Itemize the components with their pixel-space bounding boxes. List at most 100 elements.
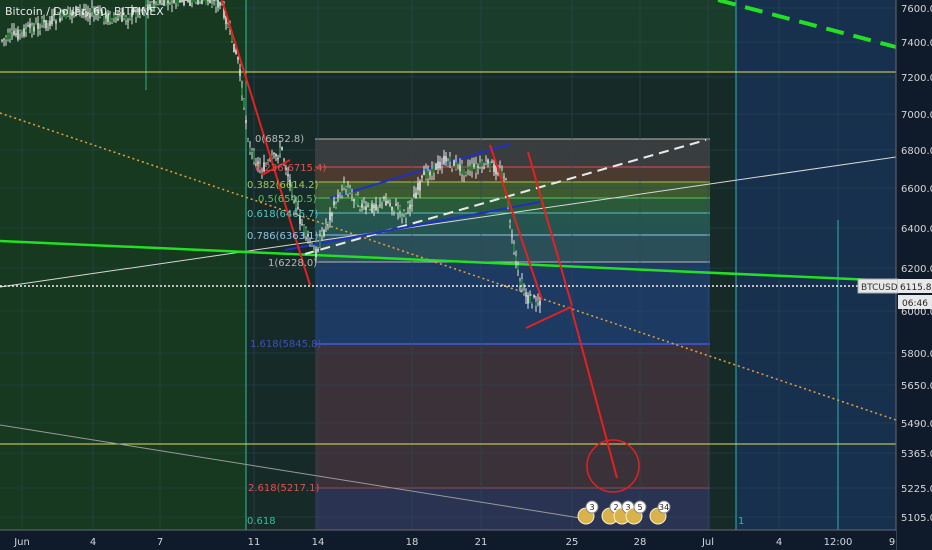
candle-body <box>251 150 253 152</box>
candle-body <box>41 18 43 25</box>
fib-retracement[interactable] <box>315 138 710 530</box>
candle-body <box>401 216 403 218</box>
candle-body <box>243 99 245 108</box>
candle-body <box>39 29 41 31</box>
candle-body <box>37 23 39 29</box>
candle-body <box>23 28 25 36</box>
candle-body <box>453 160 455 166</box>
fib-band-0-0236 <box>315 139 710 167</box>
candle-body <box>351 192 353 194</box>
candle-body <box>287 174 289 177</box>
candle-body <box>21 30 23 32</box>
candle-body <box>395 203 397 206</box>
candle-body <box>209 0 211 4</box>
fib-band-bottom <box>315 488 710 530</box>
price-chart[interactable]: 0(6852.8) 0.236(6715.4) 0.382(6614.2) 0.… <box>0 0 932 550</box>
candle-body <box>193 0 195 3</box>
candle-body <box>309 243 311 245</box>
candle-body <box>439 161 441 169</box>
candle-body <box>11 30 13 33</box>
fib-label: 0.618(6466.7) <box>247 209 319 220</box>
candle-body <box>379 204 381 206</box>
candle-body <box>211 4 213 7</box>
candle-body <box>433 162 435 173</box>
y-tick-label: 6600.0 <box>901 184 932 195</box>
candle-body <box>313 249 315 252</box>
y-tick-label: 6400.0 <box>901 224 932 235</box>
candle-body <box>445 156 447 162</box>
candle-body <box>201 0 203 5</box>
countdown-label: 06:46 <box>902 299 928 309</box>
candle-body <box>275 153 277 157</box>
candle-body <box>525 294 527 297</box>
candle-body <box>373 205 375 209</box>
candle-body <box>423 171 425 176</box>
candle-body <box>537 300 539 302</box>
fib-label: 0.786(6363.1) <box>247 231 319 242</box>
candle-body <box>381 198 383 202</box>
y-tick-label: 5365.0 <box>901 449 932 460</box>
candle-body <box>531 302 533 304</box>
candle-body <box>477 166 479 168</box>
last-price-label: 6115.8 <box>900 283 932 293</box>
candle-body <box>371 203 373 213</box>
y-tick-label: 5490.0 <box>901 419 932 430</box>
candle-body <box>487 159 489 164</box>
candle-body <box>7 32 9 40</box>
candle-body <box>311 243 313 246</box>
candle-body <box>15 33 17 36</box>
candle-body <box>469 165 471 171</box>
candle-body <box>529 296 531 303</box>
candle-body <box>455 162 457 170</box>
candle-body <box>463 169 465 176</box>
candle-body <box>365 206 367 211</box>
candle-body <box>281 146 283 150</box>
candle-body <box>419 181 421 191</box>
candle-body <box>415 192 417 199</box>
candle-body <box>253 150 255 163</box>
candle-body <box>435 163 437 170</box>
candle-body <box>249 147 251 153</box>
candle-body <box>355 194 357 205</box>
candle-body <box>465 172 467 175</box>
candle-body <box>527 295 529 304</box>
candle-body <box>509 223 511 225</box>
candle-body <box>233 43 235 53</box>
candle-body <box>279 147 281 154</box>
candle-body <box>33 26 35 32</box>
candle-body <box>361 203 363 208</box>
chart-title: Bitcoin / Dollar, 60, BITFINEX <box>5 5 164 18</box>
candle-body <box>219 2 221 6</box>
x-tick-label: 4 <box>90 537 96 548</box>
candle-body <box>273 152 275 154</box>
candle-body <box>1 39 3 41</box>
candle-body <box>217 0 219 8</box>
candle-body <box>203 0 205 2</box>
candle-body <box>403 211 405 214</box>
candle-body <box>393 207 395 211</box>
y-tick-label: 7600.0 <box>901 4 932 15</box>
candle-body <box>353 199 355 202</box>
candle-body <box>407 203 409 208</box>
candle-body <box>207 0 209 2</box>
candle-body <box>239 69 241 76</box>
fib-label: 0(6852.8) <box>255 134 304 145</box>
event-badge-count: 34 <box>659 503 669 512</box>
candle-body <box>181 0 183 3</box>
green-zone-top <box>246 0 736 72</box>
candle-body <box>191 0 193 3</box>
candle-body <box>213 0 215 2</box>
candle-body <box>447 161 449 167</box>
candle-body <box>357 195 359 205</box>
candle-body <box>513 244 515 252</box>
candle-body <box>535 301 537 306</box>
candle-body <box>385 200 387 206</box>
x-tick-label: 9 <box>889 537 895 548</box>
candle-body <box>185 0 187 1</box>
candle-body <box>467 166 469 170</box>
y-tick-label: 5105.0 <box>901 513 932 524</box>
candle-body <box>341 191 343 196</box>
candle-body <box>277 158 279 160</box>
candle-body <box>169 0 171 2</box>
candle-body <box>457 162 459 165</box>
